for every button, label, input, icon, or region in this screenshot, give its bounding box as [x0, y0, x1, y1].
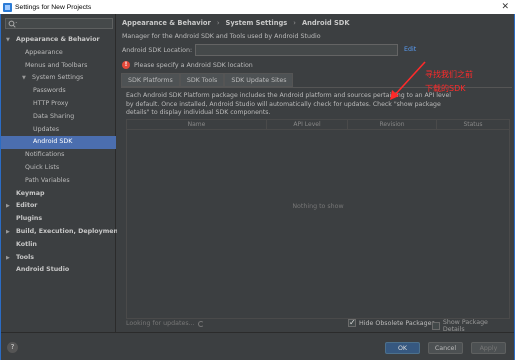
tab-sdk-platforms[interactable]: SDK Platforms	[121, 73, 180, 87]
tree-item-updates[interactable]: Updates	[1, 124, 116, 137]
tree-item-label: Keymap	[16, 189, 45, 197]
looking-for-updates-text: Looking for updates...	[126, 320, 195, 327]
tree-item-system-settings[interactable]: ▼ System Settings	[1, 72, 116, 85]
dialog-footer: ? OK Cancel Apply	[1, 332, 514, 360]
column-header-api-level[interactable]: API Level	[267, 120, 348, 130]
settings-dialog: ▼ Appearance & Behavior Appearance Menus an…	[0, 14, 515, 360]
sdk-tabs: SDK Platforms SDK Tools SDK Update Sites	[121, 73, 294, 87]
checkbox-checked-icon[interactable]	[348, 318, 356, 327]
android-studio-icon	[3, 2, 12, 12]
tree-item-label: System Settings	[32, 74, 84, 82]
chevron-right-icon[interactable]: ▶	[6, 226, 10, 239]
panel-description: Manager for the Android SDK and Tools us…	[122, 33, 321, 40]
tree-item-label: Path Variables	[25, 176, 70, 184]
loading-spinner-icon	[198, 321, 204, 327]
breadcrumb-item: Android SDK	[301, 19, 350, 27]
tree-item-label: Updates	[33, 125, 60, 133]
tree-item-path-variables[interactable]: Path Variables	[1, 175, 116, 188]
show-package-details-checkbox[interactable]: Show Package Details	[432, 319, 510, 333]
column-header-status[interactable]: Status	[437, 120, 509, 130]
chevron-down-icon[interactable]: ▼	[22, 72, 26, 85]
chevron-right-icon[interactable]: ▶	[6, 252, 10, 265]
breadcrumb: Appearance & Behavior › System Settings …	[122, 19, 350, 27]
table-header: Name API Level Revision Status	[127, 120, 509, 130]
tree-item-tools[interactable]: ▶ Tools	[1, 252, 116, 265]
chevron-down-icon[interactable]: ▼	[6, 34, 10, 47]
table-options-row: Looking for updates... Hide Obsolete Pac…	[126, 318, 510, 333]
annotation-line: 下载的SDK	[425, 84, 466, 93]
tree-item-http-proxy[interactable]: HTTP Proxy	[1, 98, 116, 111]
annotation-text: 寻找我们之前 下载的SDK	[425, 68, 473, 96]
hide-obsolete-checkbox[interactable]: Hide Obsolete Packages	[348, 318, 435, 327]
column-header-name[interactable]: Name	[127, 120, 267, 130]
tree-item-label: Appearance	[25, 48, 63, 56]
sdk-location-warning: ! Please specify a Android SDK location	[122, 61, 253, 69]
checkbox-unchecked-icon[interactable]	[432, 322, 440, 330]
tree-item-label: Quick Lists	[25, 163, 60, 171]
tree-item-notifications[interactable]: Notifications	[1, 149, 116, 162]
tree-item-label: Android SDK	[33, 138, 73, 146]
annotation-line: 寻找我们之前	[425, 70, 473, 79]
edit-link[interactable]: Edit	[404, 46, 416, 53]
tree-item-label: Menus and Toolbars	[25, 61, 88, 69]
annotation-arrow	[390, 61, 426, 100]
tree-item-label: Passwords	[33, 87, 66, 95]
tree-item-quick-lists[interactable]: Quick Lists	[1, 162, 116, 175]
tree-item-android-sdk[interactable]: Android SDK	[1, 136, 116, 150]
breadcrumb-item: Appearance & Behavior	[122, 19, 211, 27]
ok-button[interactable]: OK	[385, 342, 420, 354]
tree-item-label: Editor	[16, 202, 38, 210]
error-icon: !	[122, 61, 130, 69]
tree-item-android-studio[interactable]: Android Studio	[1, 264, 116, 277]
tree-item-label: Tools	[16, 253, 35, 261]
tree-item-label: Notifications	[25, 151, 65, 159]
sdk-location-input[interactable]	[195, 44, 398, 56]
tree-item-keymap[interactable]: Keymap	[1, 188, 116, 201]
sdk-packages-table[interactable]: Name API Level Revision Status Nothing t…	[126, 119, 510, 319]
close-icon[interactable]: ✕	[501, 1, 509, 12]
tree-item-kotlin[interactable]: Kotlin	[1, 239, 116, 252]
tree-item-label: Android Studio	[16, 266, 70, 274]
breadcrumb-separator: ›	[216, 19, 220, 27]
help-icon[interactable]: ?	[7, 342, 18, 353]
tree-item-label: Appearance & Behavior	[16, 36, 100, 43]
sdk-location-label: Android SDK Location:	[122, 47, 193, 54]
warning-text: Please specify a Android SDK location	[134, 61, 253, 69]
tree-item-build-execution-deployment[interactable]: ▶ Build, Execution, Deployment	[1, 226, 121, 239]
tree-item-appearance-behavior[interactable]: ▼ Appearance & Behavior	[1, 34, 116, 47]
breadcrumb-separator: ›	[293, 19, 296, 27]
empty-table-text: Nothing to show	[292, 203, 344, 210]
tree-item-label: Data Sharing	[33, 112, 75, 120]
tree-item-label: Build, Execution, Deployment	[16, 227, 122, 235]
android-sdk-panel: Appearance & Behavior › System Settings …	[117, 14, 514, 333]
show-details-label: Show Package Details	[442, 319, 488, 333]
tree-item-plugins[interactable]: Plugins	[1, 213, 116, 226]
hide-obsolete-label: Hide Obsolete Packages	[359, 319, 435, 327]
tree-item-editor[interactable]: ▶ Editor	[1, 200, 116, 213]
tab-sdk-update-sites[interactable]: SDK Update Sites	[224, 73, 294, 87]
breadcrumb-item: System Settings	[225, 19, 288, 27]
tree-item-label: HTTP Proxy	[33, 99, 69, 107]
settings-sidebar: ▼ Appearance & Behavior Appearance Menus an…	[1, 14, 121, 332]
tree-item-appearance[interactable]: Appearance	[1, 47, 116, 60]
tree-item-menus-and-toolbars[interactable]: Menus and Toolbars	[1, 60, 116, 73]
tree-item-passwords[interactable]: Passwords	[1, 85, 116, 98]
cancel-button[interactable]: Cancel	[428, 342, 463, 354]
tree-item-label: Plugins	[16, 215, 43, 223]
tree-item-data-sharing[interactable]: Data Sharing	[1, 111, 116, 124]
search-icon	[8, 20, 17, 28]
window-title: Settings for New Projects	[15, 3, 92, 11]
tree-item-label: Kotlin	[16, 240, 37, 248]
title-bar: Settings for New Projects ✕	[0, 0, 515, 14]
tab-sdk-tools[interactable]: SDK Tools	[179, 73, 225, 87]
settings-tree: ▼ Appearance & Behavior Appearance Menus an…	[1, 34, 121, 277]
chevron-right-icon[interactable]: ▶	[6, 200, 10, 213]
column-header-revision[interactable]: Revision	[348, 120, 437, 130]
search-field[interactable]	[5, 18, 113, 29]
apply-button[interactable]: Apply	[471, 342, 506, 354]
